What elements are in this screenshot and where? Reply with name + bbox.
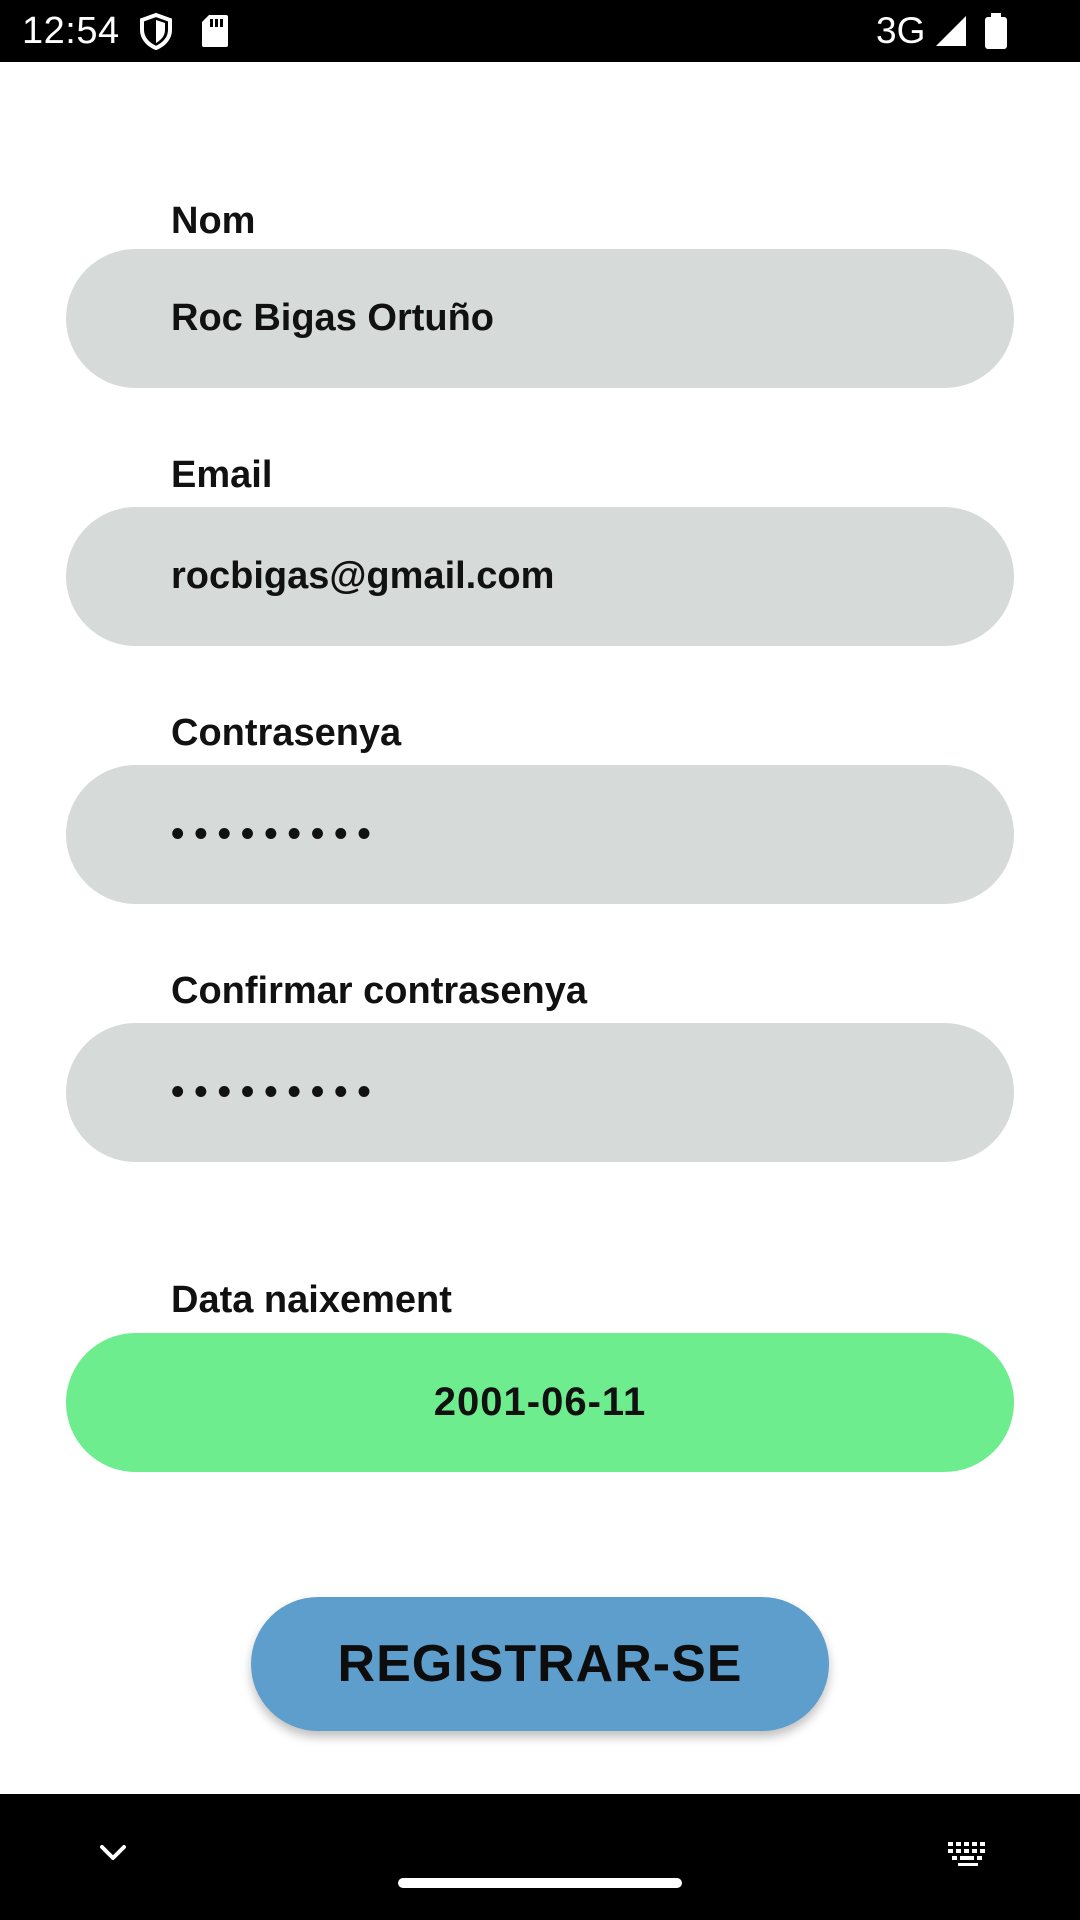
- network-type: 3G: [876, 10, 926, 51]
- birth-date-button[interactable]: 2001-06-11: [66, 1333, 1014, 1472]
- battery-icon: [984, 12, 1008, 50]
- email-value: rocbigas@gmail.com: [171, 555, 555, 597]
- confirm-password-label: Confirmar contrasenya: [171, 970, 588, 1012]
- email-field[interactable]: rocbigas@gmail.com: [66, 507, 1014, 646]
- navigation-bar: [0, 1794, 1080, 1920]
- confirm-password-masked-value: •••••••••: [171, 1071, 381, 1113]
- birth-date-label: Data naixement: [171, 1279, 452, 1321]
- chevron-down-icon[interactable]: [96, 1838, 130, 1868]
- name-field[interactable]: Roc Bigas Ortuño: [66, 249, 1014, 388]
- name-label: Nom: [171, 200, 256, 242]
- home-handle[interactable]: [398, 1878, 682, 1888]
- shield-icon: [138, 12, 174, 50]
- name-value: Roc Bigas Ortuño: [171, 297, 495, 339]
- register-button-label: REGISTRAR-SE: [337, 1635, 743, 1693]
- status-bar: 12:54 3G: [0, 0, 1080, 62]
- register-button[interactable]: REGISTRAR-SE: [251, 1597, 829, 1731]
- birth-date-value: 2001-06-11: [433, 1380, 647, 1424]
- status-time: 12:54: [22, 10, 120, 52]
- signal-icon: [934, 12, 968, 50]
- confirm-password-field[interactable]: •••••••••: [66, 1023, 1014, 1162]
- email-label: Email: [171, 454, 273, 496]
- password-masked-value: •••••••••: [171, 813, 381, 855]
- sd-card-icon: [200, 12, 230, 50]
- password-label: Contrasenya: [171, 712, 402, 754]
- password-field[interactable]: •••••••••: [66, 765, 1014, 904]
- keyboard-icon[interactable]: [946, 1838, 990, 1868]
